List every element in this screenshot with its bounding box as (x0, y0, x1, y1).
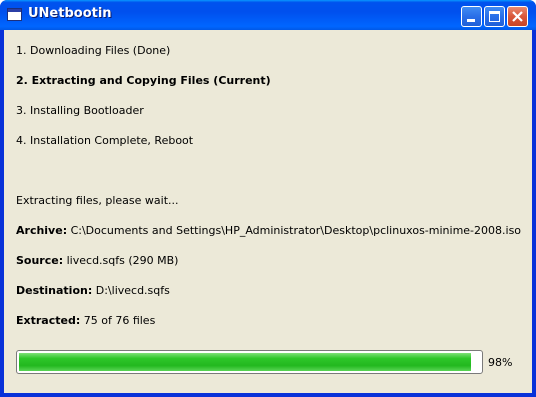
window-content: 1. Downloading Files (Done) 2. Extractin… (4, 30, 532, 393)
minimize-icon (467, 19, 475, 22)
app-window-icon (7, 8, 22, 21)
extracted-row: Extracted: 75 of 76 files (16, 314, 155, 327)
step-downloading: 1. Downloading Files (Done) (16, 44, 171, 57)
destination-value: D:\livecd.sqfs (95, 284, 170, 297)
source-label: Source: (16, 254, 64, 267)
progress-fill (19, 353, 471, 371)
progress-bar (16, 350, 483, 374)
installer-window: UNetbootin 1. Downloading Files (Done) 2… (0, 0, 536, 397)
destination-label: Destination: (16, 284, 93, 297)
destination-row: Destination: D:\livecd.sqfs (16, 284, 170, 297)
window-title: UNetbootin (28, 6, 112, 21)
extracted-label: Extracted: (16, 314, 81, 327)
minimize-button[interactable] (461, 6, 482, 27)
title-bar[interactable]: UNetbootin (0, 0, 536, 30)
source-value: livecd.sqfs (290 MB) (66, 254, 179, 267)
status-message: Extracting files, please wait... (16, 194, 179, 207)
archive-value: C:\Documents and Settings\HP_Administrat… (70, 224, 522, 237)
close-button[interactable] (507, 6, 528, 27)
step-installation-complete: 4. Installation Complete, Reboot (16, 134, 194, 147)
maximize-icon (489, 11, 500, 22)
archive-label: Archive: (16, 224, 68, 237)
maximize-button[interactable] (484, 6, 505, 27)
archive-row: Archive: C:\Documents and Settings\HP_Ad… (16, 224, 521, 237)
step-extracting-current: 2. Extracting and Copying Files (Current… (16, 74, 271, 87)
extracted-value: 75 of 76 files (83, 314, 156, 327)
progress-track (19, 353, 480, 371)
close-icon (512, 11, 523, 22)
source-row: Source: livecd.sqfs (290 MB) (16, 254, 178, 267)
step-installing-bootloader: 3. Installing Bootloader (16, 104, 144, 117)
progress-percent-label: 98% (488, 356, 513, 369)
